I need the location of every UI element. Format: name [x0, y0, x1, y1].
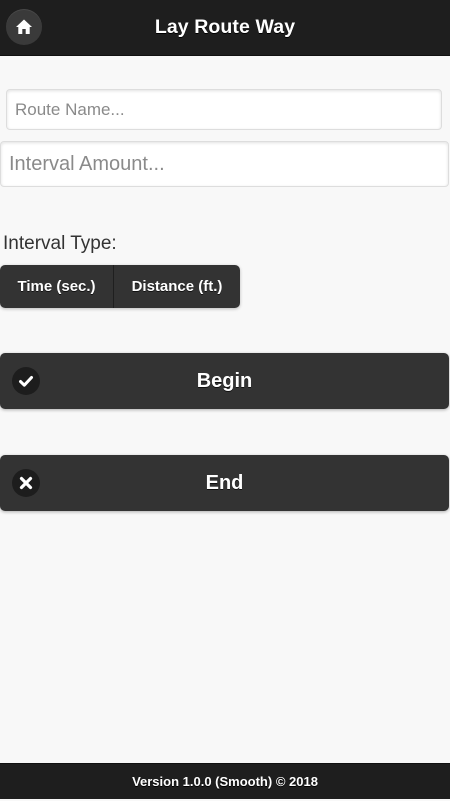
route-name-input[interactable]: [6, 89, 442, 130]
end-button-label: End: [205, 471, 244, 494]
page-title: Lay Route Way: [154, 16, 296, 38]
check-icon: [12, 367, 40, 395]
interval-type-label: Interval Type:: [3, 233, 117, 254]
interval-option-distance-label: Distance (ft.): [131, 278, 223, 295]
version-text: Version 1.0.0 (Smooth) © 2018: [132, 774, 318, 789]
app-page: Lay Route Way Interval Type: Time (sec.)…: [0, 0, 450, 801]
interval-option-time-label: Time (sec.): [17, 278, 96, 295]
interval-option-time[interactable]: Time (sec.): [0, 265, 114, 308]
app-header: Lay Route Way: [0, 0, 450, 56]
begin-button[interactable]: Begin: [0, 353, 449, 409]
home-button[interactable]: [6, 9, 42, 45]
interval-option-distance[interactable]: Distance (ft.): [114, 265, 240, 308]
app-footer: Version 1.0.0 (Smooth) © 2018: [0, 763, 450, 799]
interval-amount-input[interactable]: [0, 141, 449, 187]
close-icon: [12, 469, 40, 497]
home-icon: [16, 19, 32, 34]
end-button[interactable]: End: [0, 455, 449, 511]
interval-type-selector: Time (sec.) Distance (ft.): [0, 265, 240, 308]
begin-button-label: Begin: [196, 369, 253, 392]
